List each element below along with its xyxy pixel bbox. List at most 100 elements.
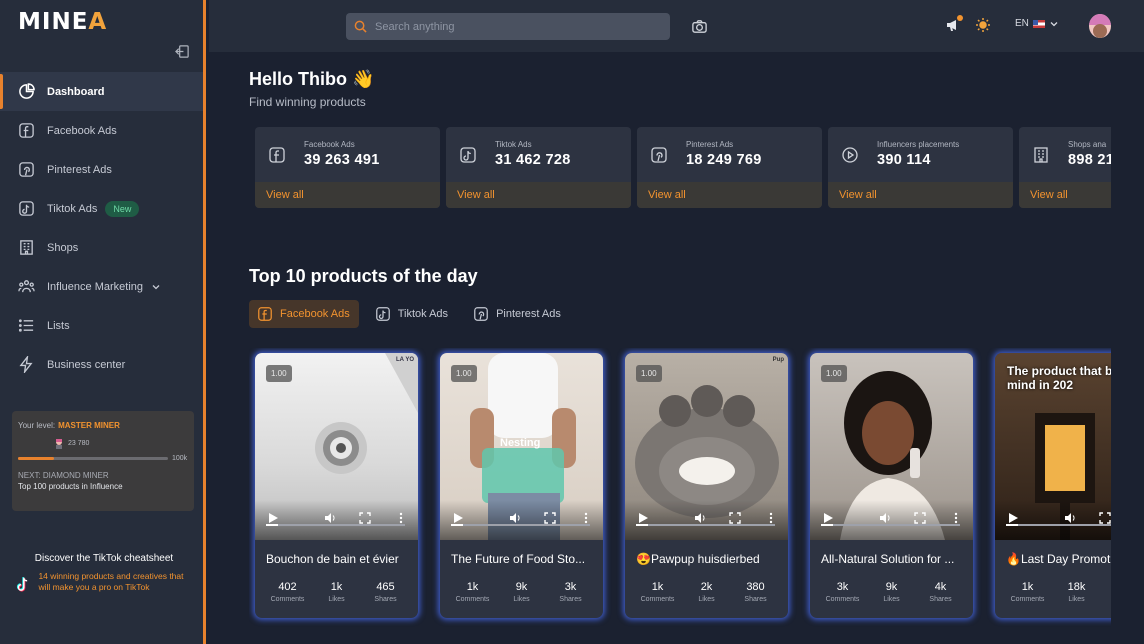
fullscreen-icon[interactable] (729, 512, 741, 524)
view-all-link[interactable]: View all (828, 182, 1013, 208)
tab-tiktok-ads[interactable]: Tiktok Ads (367, 300, 457, 328)
product-card[interactable]: The product that b your mind in 202 🔥Las… (995, 353, 1111, 618)
volume-icon[interactable] (879, 512, 891, 524)
fullscreen-icon[interactable] (914, 512, 926, 524)
sun-icon[interactable] (975, 17, 991, 33)
sidebar-item-influence-marketing[interactable]: Influence Marketing (0, 267, 203, 306)
play-icon[interactable] (452, 512, 464, 524)
search-bar[interactable] (346, 13, 670, 40)
chevron-down-icon (1050, 21, 1058, 26)
topbar: EN (209, 0, 1144, 52)
sidebar-item-facebook-ads[interactable]: Facebook Ads (0, 111, 203, 150)
sidebar-item-business-center[interactable]: Business center (0, 345, 203, 384)
more-options-icon[interactable] (950, 512, 962, 524)
volume-icon[interactable] (694, 512, 706, 524)
volume-icon[interactable] (324, 512, 336, 524)
more-options-icon[interactable] (765, 512, 777, 524)
stat-value: 898 21 (1068, 152, 1111, 168)
level-points: 23 780 (18, 438, 188, 449)
sidebar-item-dashboard[interactable]: Dashboard (0, 72, 203, 111)
facebook-icon (269, 147, 285, 163)
level-card[interactable]: Your level: MASTER MINER 23 780 100k NEX… (12, 411, 194, 511)
view-all-link[interactable]: View all (255, 182, 440, 208)
view-all-link[interactable]: View all (446, 182, 631, 208)
video-caption: The product that b your mind in 202 (1007, 364, 1111, 392)
pinterest-icon (19, 162, 34, 177)
comments-count: 1k (651, 581, 664, 593)
view-all-link[interactable]: View all (637, 182, 822, 208)
sidebar-item-label: Shops (47, 241, 79, 254)
sidebar-item-label: Tiktok Ads (47, 202, 98, 215)
volume-icon[interactable] (1064, 512, 1076, 524)
tab-facebook-ads[interactable]: Facebook Ads (249, 300, 359, 328)
fullscreen-icon[interactable] (359, 512, 371, 524)
level-name: MASTER MINER (58, 421, 120, 430)
video-controls (995, 506, 1111, 530)
likes-count: 9k (885, 581, 898, 593)
product-tabs: Facebook Ads Tiktok Ads Pinterest Ads (249, 300, 570, 328)
product-video[interactable]: 1.00 (810, 353, 973, 540)
greeting-title: Hello Thibo 👋 (249, 69, 375, 89)
stat-label: Tiktok Ads (495, 140, 532, 149)
collapse-sidebar-icon[interactable] (175, 44, 190, 59)
product-name[interactable]: Bouchon de bain et évier (266, 552, 414, 566)
sidebar-item-lists[interactable]: Lists (0, 306, 203, 345)
fullscreen-icon[interactable] (544, 512, 556, 524)
products-carousel: LA YO 1.00 Bouchon de bain et évier 402 C… (249, 348, 1111, 628)
product-name[interactable]: 😍Pawpup huisdierbed (636, 552, 784, 566)
product-name[interactable]: 🔥Last Day Promot (1006, 552, 1111, 566)
product-video[interactable]: Pup 1.00 (625, 353, 788, 540)
chevron-down-icon[interactable] (151, 282, 161, 292)
sidebar-item-shops[interactable]: Shops (0, 228, 203, 267)
shares-count: 4k (934, 581, 947, 593)
shares-label: Shares (744, 596, 767, 603)
product-card[interactable]: Nesting 1.00 The Future of Food Sto... 1… (440, 353, 603, 618)
language-selector[interactable]: EN (1015, 18, 1059, 29)
product-name[interactable]: The Future of Food Sto... (451, 552, 599, 566)
avatar[interactable] (1089, 14, 1111, 38)
play-icon[interactable] (267, 512, 279, 524)
product-video[interactable]: Nesting 1.00 (440, 353, 603, 540)
product-card[interactable]: Pup 1.00 😍Pawpup huisdierbed 1k Comments … (625, 353, 788, 618)
more-options-icon[interactable] (580, 512, 592, 524)
volume-icon[interactable] (509, 512, 521, 524)
fullscreen-icon[interactable] (1099, 512, 1111, 524)
more-options-icon[interactable] (395, 512, 407, 524)
video-caption: Nesting (500, 437, 541, 449)
view-all-link[interactable]: View all (1019, 182, 1111, 208)
sidebar-item-tiktok-ads[interactable]: Tiktok Ads New (0, 189, 203, 228)
comments-count: 402 (278, 581, 297, 593)
sidebar-item-label: Lists (47, 319, 70, 332)
minea-logo[interactable]: MINEA (18, 9, 107, 35)
stat-card-pinterest-ads: Pinterest Ads 18 249 769 View all (637, 127, 822, 208)
stat-value: 390 114 (877, 152, 931, 168)
stat-card-influencers: Influencers placements 390 114 View all (828, 127, 1013, 208)
play-icon[interactable] (637, 512, 649, 524)
camera-icon[interactable] (691, 18, 708, 35)
facebook-icon (258, 307, 272, 321)
product-video[interactable]: The product that b your mind in 202 (995, 353, 1111, 540)
building-icon (1034, 147, 1048, 163)
likes-label: Likes (513, 596, 530, 603)
stat-card-tiktok-ads: Tiktok Ads 31 462 728 View all (446, 127, 631, 208)
product-card[interactable]: LA YO 1.00 Bouchon de bain et évier 402 C… (255, 353, 418, 618)
sidebar-item-pinterest-ads[interactable]: Pinterest Ads (0, 150, 203, 189)
product-name[interactable]: All-Natural Solution for ... (821, 552, 969, 566)
play-icon[interactable] (822, 512, 834, 524)
stat-card-facebook-ads: Facebook Ads 39 263 491 View all (255, 127, 440, 208)
play-icon[interactable] (1007, 512, 1019, 524)
pie-chart-icon (19, 83, 35, 99)
search-input[interactable] (375, 20, 655, 33)
product-video[interactable]: LA YO 1.00 (255, 353, 418, 540)
likes-count: 1k (330, 581, 343, 593)
language-code: EN (1015, 18, 1029, 29)
sidebar-item-label: Dashboard (47, 85, 105, 98)
sidebar-item-label: Influence Marketing (47, 280, 143, 293)
shares-label: Shares (929, 596, 952, 603)
product-card[interactable]: 1.00 All-Natural Solution for ... 3k Comm… (810, 353, 973, 618)
tiktok-cheatsheet-promo[interactable]: Discover the TikTok cheatsheet 14 winnin… (14, 553, 194, 599)
search-icon (354, 20, 367, 33)
video-controls (255, 506, 418, 530)
brand-watermark: LA YO (395, 357, 414, 363)
tab-pinterest-ads[interactable]: Pinterest Ads (465, 300, 570, 328)
